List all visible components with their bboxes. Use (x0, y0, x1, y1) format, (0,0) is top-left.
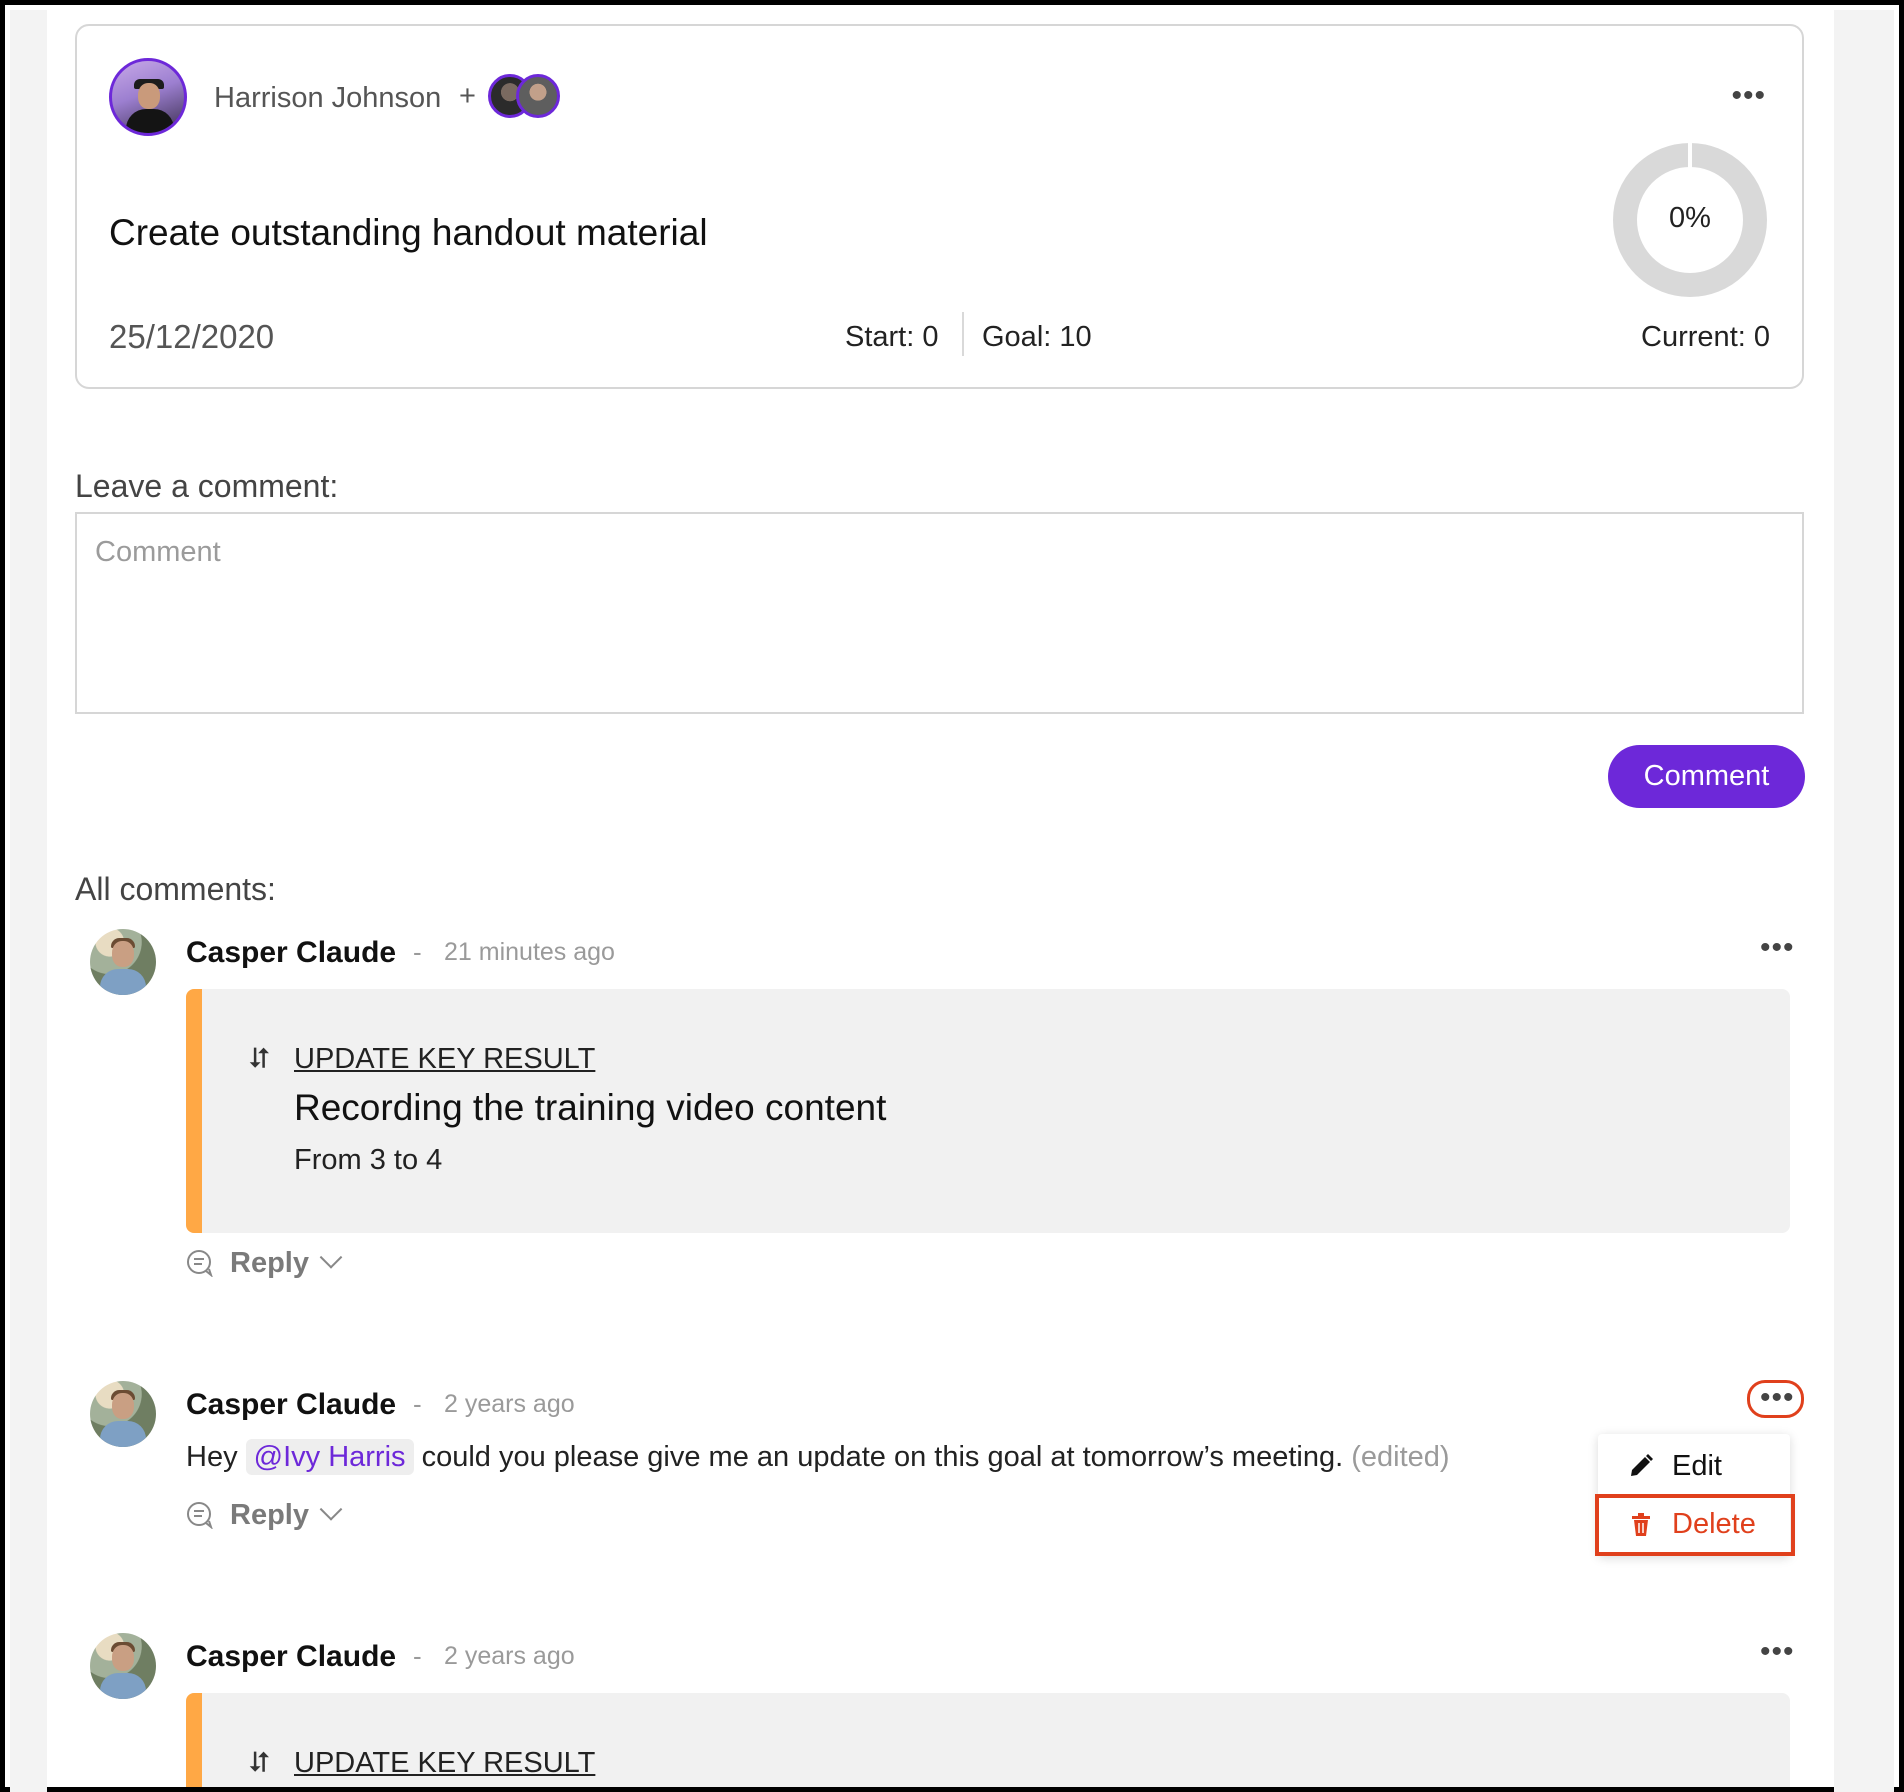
separator: - (413, 1641, 422, 1671)
reply-icon (187, 1502, 213, 1529)
leave-comment-label: Leave a comment: (75, 468, 339, 504)
right-scroll-gutter[interactable] (1834, 10, 1894, 1792)
comment-text: Hey @Ivy Harris could you please give me… (186, 1439, 1450, 1475)
avatar[interactable] (90, 1381, 156, 1447)
chevron-down-icon[interactable] (319, 1498, 343, 1521)
mention-tag[interactable]: @Ivy Harris (245, 1439, 414, 1475)
chevron-down-icon[interactable] (319, 1246, 343, 1269)
key-result-update-block: ⮃ UPDATE KEY RESULT Recording the traini… (186, 989, 1790, 1233)
avatar[interactable] (90, 929, 156, 995)
reply-icon (187, 1250, 213, 1277)
collaborator-avatar[interactable] (516, 74, 560, 118)
submit-comment-button[interactable]: Comment (1608, 745, 1805, 808)
goal-target-value: Goal: 10 (982, 321, 1092, 353)
reply-button[interactable]: Reply (186, 1245, 343, 1281)
goal-date: 25/12/2020 (109, 318, 275, 355)
more-options-icon[interactable]: ••• (1760, 933, 1795, 963)
plus-sign: + (459, 80, 476, 112)
refresh-icon: ⮃ (248, 1747, 271, 1778)
goal-start-value: Start: 0 (845, 321, 939, 353)
comment-input[interactable] (75, 512, 1804, 714)
comment-time: 21 minutes ago (444, 938, 615, 966)
comment-author[interactable]: Casper Claude (186, 1640, 396, 1674)
update-key-result-link[interactable]: UPDATE KEY RESULT (294, 1747, 595, 1780)
reply-label: Reply (230, 1498, 309, 1531)
comment-author[interactable]: Casper Claude (186, 1388, 396, 1422)
stat-divider (962, 312, 964, 356)
comment-time: 2 years ago (444, 1390, 575, 1418)
reply-label: Reply (230, 1246, 309, 1279)
comment-text-part: Hey (186, 1441, 246, 1473)
edit-label: Edit (1672, 1449, 1722, 1482)
separator: - (413, 937, 422, 967)
goal-title: Create outstanding handout material (109, 212, 708, 253)
pencil-icon (1631, 1454, 1653, 1476)
more-options-icon[interactable]: ••• (1760, 1383, 1795, 1413)
update-key-result-link[interactable]: UPDATE KEY RESULT (294, 1043, 595, 1076)
more-options-icon[interactable]: ••• (1760, 1637, 1795, 1667)
goal-current-value: Current: 0 (1641, 321, 1770, 353)
avatar[interactable] (90, 1633, 156, 1699)
delete-highlight-outline (1595, 1494, 1795, 1556)
reply-button[interactable]: Reply (186, 1497, 343, 1533)
key-result-change: From 3 to 4 (294, 1144, 443, 1176)
owner-avatar[interactable] (109, 58, 187, 136)
separator: - (413, 1389, 422, 1419)
comment-author[interactable]: Casper Claude (186, 936, 396, 970)
progress-percent: 0% (1669, 202, 1711, 234)
edit-menu-item[interactable]: Edit (1598, 1438, 1790, 1494)
collaborator-avatars[interactable] (488, 74, 588, 124)
owner-name[interactable]: Harrison Johnson (214, 82, 441, 115)
comment-time: 2 years ago (444, 1642, 575, 1670)
more-options-icon[interactable]: ••• (1731, 81, 1766, 111)
key-result-update-block: ⮃ UPDATE KEY RESULT (186, 1693, 1790, 1787)
left-gutter (10, 10, 47, 1792)
edited-label: (edited) (1351, 1441, 1450, 1473)
refresh-icon: ⮃ (248, 1043, 271, 1074)
all-comments-label: All comments: (75, 871, 276, 907)
key-result-title: Recording the training video content (294, 1087, 887, 1128)
comment-text-part: could you please give me an update on th… (413, 1441, 1352, 1473)
goal-card: Harrison Johnson + ••• Create outstandin… (75, 24, 1804, 389)
